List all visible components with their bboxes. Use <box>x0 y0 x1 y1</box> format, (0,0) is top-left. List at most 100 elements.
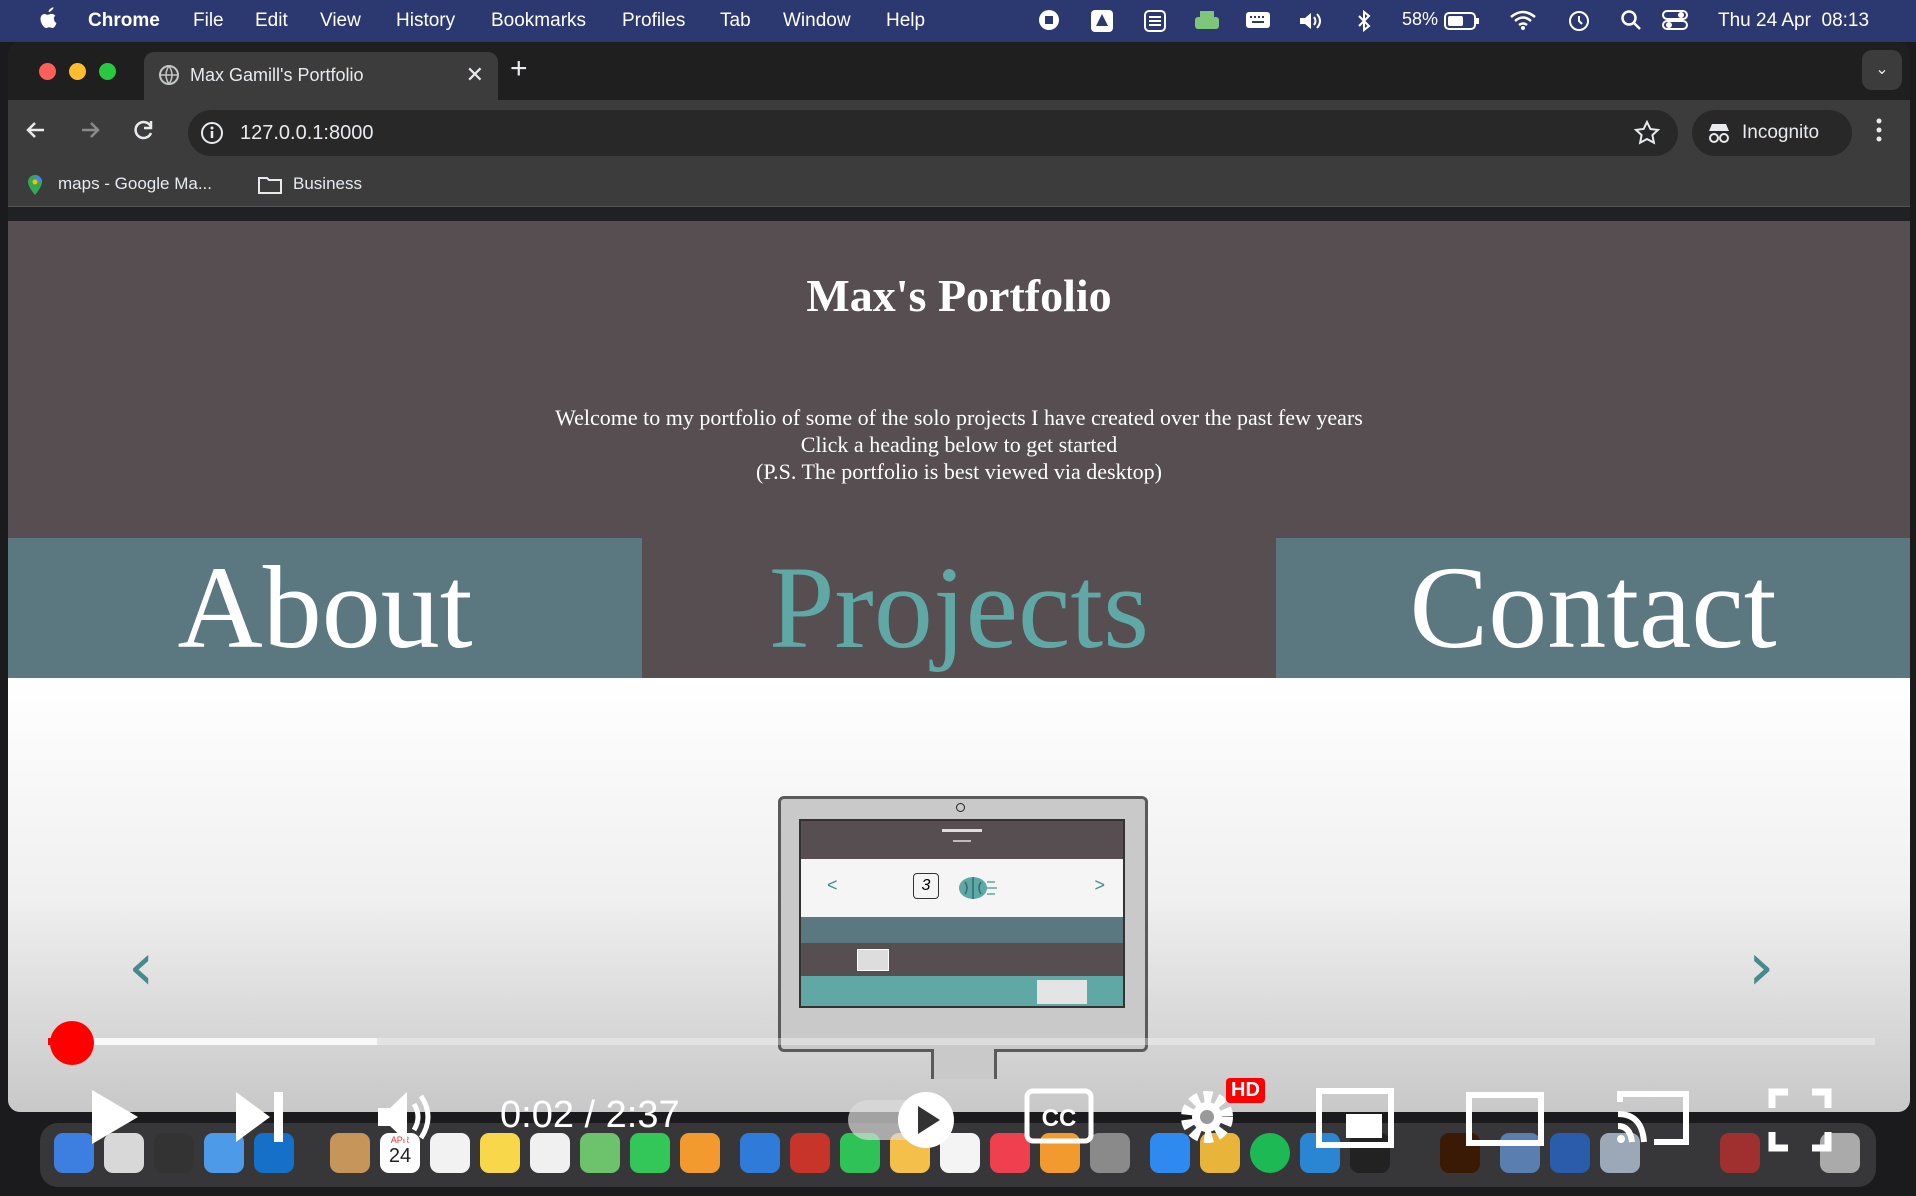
menu-bookmarks[interactable]: Bookmarks <box>491 10 586 32</box>
globe-icon <box>158 64 180 91</box>
freeform-icon[interactable] <box>530 1133 570 1173</box>
chrome-menu-icon[interactable] <box>1874 116 1884 149</box>
input-source-icon[interactable] <box>1143 9 1167 38</box>
wifi-icon[interactable] <box>1509 9 1537 36</box>
captions-icon[interactable]: CC <box>1024 1088 1094 1149</box>
bookmark-star-icon[interactable] <box>1633 119 1661 151</box>
screen-scribble-title <box>942 829 982 832</box>
printer-icon[interactable] <box>1193 9 1221 38</box>
play-icon[interactable] <box>88 1088 140 1151</box>
tab-search-button[interactable]: ⌄ <box>1862 50 1902 90</box>
miniplayer-icon[interactable] <box>1316 1088 1394 1153</box>
screen-next-arrow-icon: > <box>1094 875 1105 895</box>
screen-scribble-sub <box>953 840 971 842</box>
brain-icon <box>951 872 999 909</box>
spotify-icon[interactable] <box>1250 1133 1290 1173</box>
bookmark-maps[interactable]: maps - Google Ma... <box>58 174 212 194</box>
battery-icon[interactable] <box>1444 11 1480 36</box>
menu-app-name[interactable]: Chrome <box>88 10 160 32</box>
close-window-button[interactable] <box>39 63 56 80</box>
site-info-icon[interactable] <box>200 121 224 150</box>
theater-mode-icon[interactable] <box>1466 1092 1544 1151</box>
monitor-screen: < > 3 <box>799 819 1125 1008</box>
intro-text: Welcome to my portfolio of some of the s… <box>8 404 1910 485</box>
zoom-window-button[interactable] <box>99 63 116 80</box>
nav-about[interactable]: About <box>8 538 642 678</box>
macos-menubar: Chrome File Edit View History Bookmarks … <box>0 0 1916 42</box>
tab-close-icon[interactable]: ✕ <box>466 62 484 88</box>
bluetooth-icon[interactable] <box>1356 9 1372 38</box>
downloads-icon[interactable] <box>1720 1133 1760 1173</box>
menu-help[interactable]: Help <box>886 10 925 32</box>
autoplay-toggle[interactable] <box>848 1092 954 1148</box>
url-text[interactable]: 127.0.0.1:8000 <box>240 122 373 145</box>
reminders-icon[interactable] <box>430 1133 470 1173</box>
menu-profiles[interactable]: Profiles <box>622 10 685 32</box>
time-machine-icon[interactable] <box>1567 9 1591 38</box>
keyboard-icon[interactable] <box>1245 9 1271 36</box>
intro-line-3: (P.S. The portfolio is best viewed via d… <box>756 459 1162 484</box>
menubar-clock[interactable]: Thu 24 Apr 08:13 <box>1718 10 1869 32</box>
maps-icon[interactable] <box>580 1133 620 1173</box>
maps-pin-icon <box>26 174 44 201</box>
minimize-window-button[interactable] <box>69 63 86 80</box>
fullscreen-icon[interactable] <box>1768 1088 1832 1157</box>
settings-icon[interactable] <box>1090 1133 1130 1173</box>
nav-contact[interactable]: Contact <box>1276 538 1910 678</box>
control-center-icon[interactable] <box>1662 9 1688 36</box>
cast-icon[interactable] <box>1614 1088 1692 1153</box>
messages-icon[interactable] <box>630 1133 670 1173</box>
progress-scrubber[interactable] <box>50 1021 94 1065</box>
hd-badge: HD <box>1226 1078 1265 1103</box>
volume-icon[interactable] <box>374 1088 436 1151</box>
screen-prev-arrow-icon: < <box>827 875 838 895</box>
progress-buffered <box>48 1038 377 1045</box>
reload-icon[interactable] <box>130 116 158 149</box>
project-carousel: ‹ › < > 3 <box>8 678 1910 1112</box>
back-arrow-icon[interactable] <box>22 116 50 149</box>
screen-header-band <box>801 821 1123 859</box>
bookmarks-bar: maps - Google Ma... Business <box>8 162 1910 207</box>
new-tab-button[interactable]: + <box>510 52 528 86</box>
menu-window[interactable]: Window <box>783 10 851 32</box>
record-icon[interactable] <box>1038 9 1060 36</box>
tab-portfolio[interactable]: Max Gamill's Portfolio ✕ <box>144 52 498 100</box>
incognito-label: Incognito <box>1742 122 1820 143</box>
autoplay-knob <box>898 1092 954 1148</box>
contacts-icon[interactable] <box>330 1133 370 1173</box>
menu-history[interactable]: History <box>396 10 455 32</box>
keynote-icon[interactable] <box>740 1133 780 1173</box>
portfolio-page: Max's Portfolio Welcome to my portfolio … <box>8 221 1910 1112</box>
spotlight-search-icon[interactable] <box>1620 9 1642 36</box>
bookmark-business[interactable]: Business <box>293 174 362 194</box>
intro-line-2: Click a heading below to get started <box>800 432 1118 457</box>
carousel-next-button[interactable]: › <box>1748 928 1774 1005</box>
menu-tab[interactable]: Tab <box>720 10 751 32</box>
menu-edit[interactable]: Edit <box>255 10 288 32</box>
menu-view[interactable]: View <box>320 10 361 32</box>
address-bar[interactable]: 127.0.0.1:8000 <box>188 110 1678 156</box>
intro-line-1: Welcome to my portfolio of some of the s… <box>555 405 1363 430</box>
pages-icon[interactable] <box>680 1133 720 1173</box>
mission-control-icon[interactable] <box>154 1133 194 1173</box>
photo-booth-icon[interactable] <box>790 1133 830 1173</box>
notes-icon[interactable] <box>480 1133 520 1173</box>
volume-icon[interactable] <box>1297 9 1325 38</box>
incognito-icon <box>1706 121 1732 150</box>
nav-projects[interactable]: Projects <box>642 538 1276 678</box>
carousel-prev-button[interactable]: ‹ <box>128 928 154 1005</box>
svg-text:CC: CC <box>1042 1105 1077 1132</box>
progress-track[interactable] <box>48 1038 1875 1045</box>
drive-icon[interactable] <box>1090 9 1114 38</box>
next-icon[interactable] <box>232 1090 288 1149</box>
menu-file[interactable]: File <box>193 10 224 32</box>
screen-thumb-box <box>857 949 889 971</box>
incognito-badge[interactable]: Incognito <box>1692 110 1852 156</box>
screen-carousel-row: < > 3 <box>801 859 1123 917</box>
tab-strip: Max Gamill's Portfolio ✕ + ⌄ <box>8 42 1910 100</box>
apple-icon[interactable] <box>38 6 58 36</box>
screen-row-teal-2 <box>801 976 1123 1006</box>
word-icon[interactable] <box>1550 1133 1590 1173</box>
macos-dock: APR 24 <box>40 1123 1876 1187</box>
forward-arrow-icon[interactable] <box>76 116 104 149</box>
